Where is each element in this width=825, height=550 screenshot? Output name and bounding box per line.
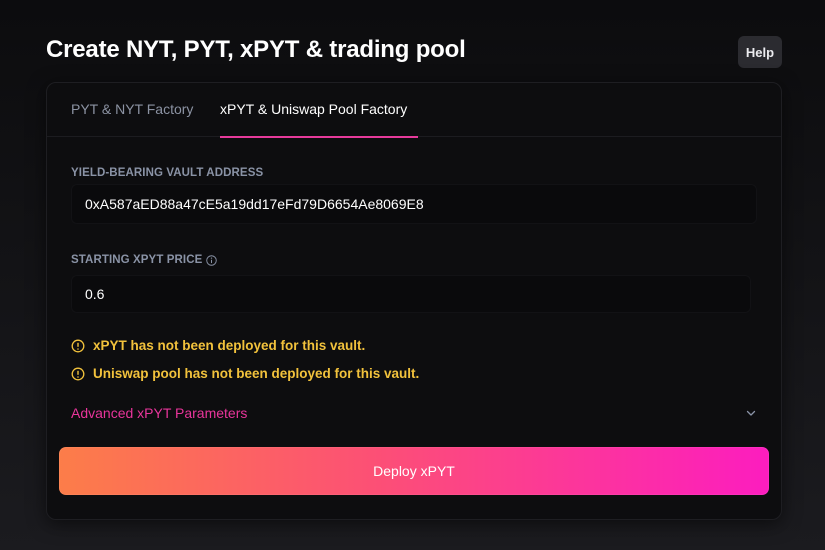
page-title: Create NYT, PYT, xPYT & trading pool — [46, 36, 466, 63]
vault-address-input[interactable]: 0xA587aED88a47cE5a19dd17eFd79D6654Ae8069… — [71, 184, 757, 224]
tab-pyt-nyt-factory[interactable]: PYT & NYT Factory — [71, 101, 193, 117]
warning-text: xPYT has not been deployed for this vaul… — [93, 338, 366, 353]
active-tab-indicator — [220, 136, 418, 138]
tab-bar: PYT & NYT Factory xPYT & Uniswap Pool Fa… — [47, 83, 781, 138]
warning-icon — [71, 339, 85, 353]
deploy-xpyt-button[interactable]: Deploy xPYT — [59, 447, 769, 495]
starting-price-input[interactable]: 0.6 — [71, 275, 751, 313]
warning-text: Uniswap pool has not been deployed for t… — [93, 366, 420, 381]
advanced-parameters-label: Advanced xPYT Parameters — [71, 405, 248, 421]
advanced-parameters-toggle[interactable]: Advanced xPYT Parameters — [71, 403, 757, 423]
starting-price-value: 0.6 — [85, 286, 105, 302]
help-button[interactable]: Help — [738, 36, 782, 68]
page: Create NYT, PYT, xPYT & trading pool Hel… — [0, 0, 825, 550]
starting-price-label-text: STARTING XPYT PRICE — [71, 254, 203, 266]
factory-card: PYT & NYT Factory xPYT & Uniswap Pool Fa… — [46, 82, 782, 520]
vault-address-label: YIELD-BEARING VAULT ADDRESS — [71, 167, 263, 179]
warning-icon — [71, 367, 85, 381]
vault-address-value: 0xA587aED88a47cE5a19dd17eFd79D6654Ae8069… — [85, 196, 424, 212]
chevron-down-icon[interactable] — [745, 407, 757, 419]
vault-address-label-text: YIELD-BEARING VAULT ADDRESS — [71, 167, 264, 179]
tab-xpyt-uniswap-pool-factory[interactable]: xPYT & Uniswap Pool Factory — [220, 101, 407, 117]
warning-xpyt-not-deployed: xPYT has not been deployed for this vaul… — [71, 338, 365, 353]
starting-price-label: STARTING XPYT PRICE — [71, 254, 218, 266]
info-icon[interactable] — [206, 254, 218, 266]
warning-pool-not-deployed: Uniswap pool has not been deployed for t… — [71, 366, 419, 381]
